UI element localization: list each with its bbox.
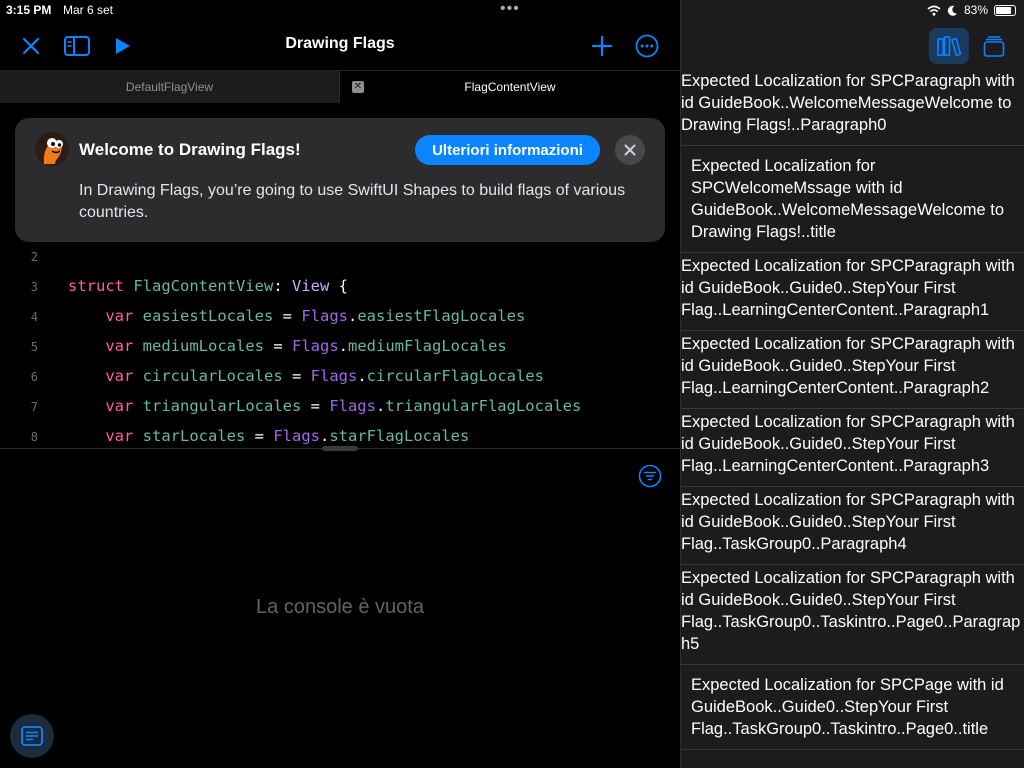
battery-percentage: 83% xyxy=(963,3,988,17)
line-number: 2 xyxy=(30,250,38,264)
library-button[interactable] xyxy=(929,28,969,64)
add-button[interactable] xyxy=(588,32,616,60)
line-number: 5 xyxy=(30,340,38,354)
line-number: 8 xyxy=(30,430,38,444)
code-editor[interactable]: 2 3 struct FlagContentView: View { 4 var ea… xyxy=(0,245,680,448)
tab-close-icon[interactable]: ✕ xyxy=(352,81,364,93)
stack-icon xyxy=(983,36,1005,57)
localization-item: Expected Localization for SPCParagraph w… xyxy=(681,565,1024,665)
localization-item: Expected Localization for SPCParagraph w… xyxy=(681,487,1024,565)
status-date: Mar 6 set xyxy=(63,3,114,17)
filter-icon xyxy=(638,464,662,488)
status-bar: 3:15 PM Mar 6 set ••• 83% xyxy=(0,0,1024,22)
mascot-icon xyxy=(35,132,69,166)
editor-tabs: DefaultFlagView ✕ FlagContentView xyxy=(0,70,680,103)
pane-toolbar xyxy=(681,22,1024,70)
editor-toolbar: Drawing Flags xyxy=(0,22,680,70)
banner-title: Welcome to Drawing Flags! xyxy=(79,140,301,159)
code-text: var easiestLocales = Flags.easiestFlagLo… xyxy=(105,307,526,325)
battery-icon xyxy=(994,4,1016,16)
code-text: var starLocales = Flags.starFlagLocales xyxy=(105,427,470,445)
localization-item: Expected Localization for SPCParagraph w… xyxy=(681,253,1024,331)
code-line[interactable]: 7 var triangularLocales = Flags.triangul… xyxy=(0,395,680,425)
code-text: var circularLocales = Flags.circularFlag… xyxy=(105,367,544,385)
line-number: 4 xyxy=(30,310,38,324)
localization-item: Expected Localization for SPCParagraph w… xyxy=(681,331,1024,409)
status-time: 3:15 PM xyxy=(6,3,52,17)
localization-item: Expected Localization for SPCWelcomeMssa… xyxy=(681,146,1024,253)
code-text: var mediumLocales = Flags.mediumFlagLoca… xyxy=(105,337,507,355)
code-text: struct FlagContentView: View { xyxy=(68,277,348,295)
more-button[interactable] xyxy=(633,32,661,60)
console-empty-message: La console è vuota xyxy=(256,596,424,618)
localization-item: Expected Localization for SPCPage with i… xyxy=(681,665,1024,750)
resize-handle[interactable] xyxy=(322,446,358,451)
localization-item: Expected Localization for SPCParagraph w… xyxy=(681,409,1024,487)
code-line[interactable]: 3 struct FlagContentView: View { xyxy=(0,275,680,305)
stack-button[interactable] xyxy=(979,32,1009,62)
code-text: var triangularLocales = Flags.triangular… xyxy=(105,397,582,415)
notes-icon xyxy=(21,726,43,746)
library-icon xyxy=(937,36,962,57)
banner-close-button[interactable] xyxy=(615,135,645,165)
tab-label: DefaultFlagView xyxy=(125,80,214,94)
line-number: 3 xyxy=(30,280,38,294)
tab-flag-content-view[interactable]: ✕ FlagContentView xyxy=(340,71,680,103)
code-line[interactable]: 4 var easiestLocales = Flags.easiestFlag… xyxy=(0,305,680,335)
tab-label: FlagContentView xyxy=(464,80,556,94)
code-line[interactable]: 2 xyxy=(0,245,680,275)
localization-pane: Expected Localization for SPCParagraph w… xyxy=(680,0,1024,768)
localization-list: Expected Localization for SPCParagraph w… xyxy=(681,68,1024,750)
ellipsis-circle-icon xyxy=(635,34,659,58)
console-filter-button[interactable] xyxy=(638,464,662,488)
line-number: 6 xyxy=(30,370,38,384)
editor-pane: Drawing Flags DefaultFlagView ✕ FlagCont… xyxy=(0,0,680,768)
line-number: 7 xyxy=(30,400,38,414)
code-line[interactable]: 6 var circularLocales = Flags.circularFl… xyxy=(0,365,680,395)
moon-icon xyxy=(947,5,957,16)
banner-description: In Drawing Flags, you’re going to use Sw… xyxy=(79,182,626,221)
wifi-icon xyxy=(927,5,941,16)
tab-default-flag-view[interactable]: DefaultFlagView xyxy=(0,71,340,103)
code-line[interactable]: 8 var starLocales = Flags.starFlagLocale… xyxy=(0,425,680,448)
document-title: Drawing Flags xyxy=(285,35,395,52)
plus-icon xyxy=(592,36,612,56)
status-indicators: 83% xyxy=(927,3,1016,17)
notes-button[interactable] xyxy=(10,714,54,758)
close-icon xyxy=(624,144,636,156)
localization-item: Expected Localization for SPCParagraph w… xyxy=(681,68,1024,146)
code-line[interactable]: 5 var mediumLocales = Flags.mediumFlagLo… xyxy=(0,335,680,365)
learn-more-button[interactable]: Ulteriori informazioni xyxy=(415,135,600,165)
welcome-banner: Welcome to Drawing Flags! Ulteriori info… xyxy=(15,118,665,242)
multitasking-dots-icon[interactable]: ••• xyxy=(500,0,520,18)
